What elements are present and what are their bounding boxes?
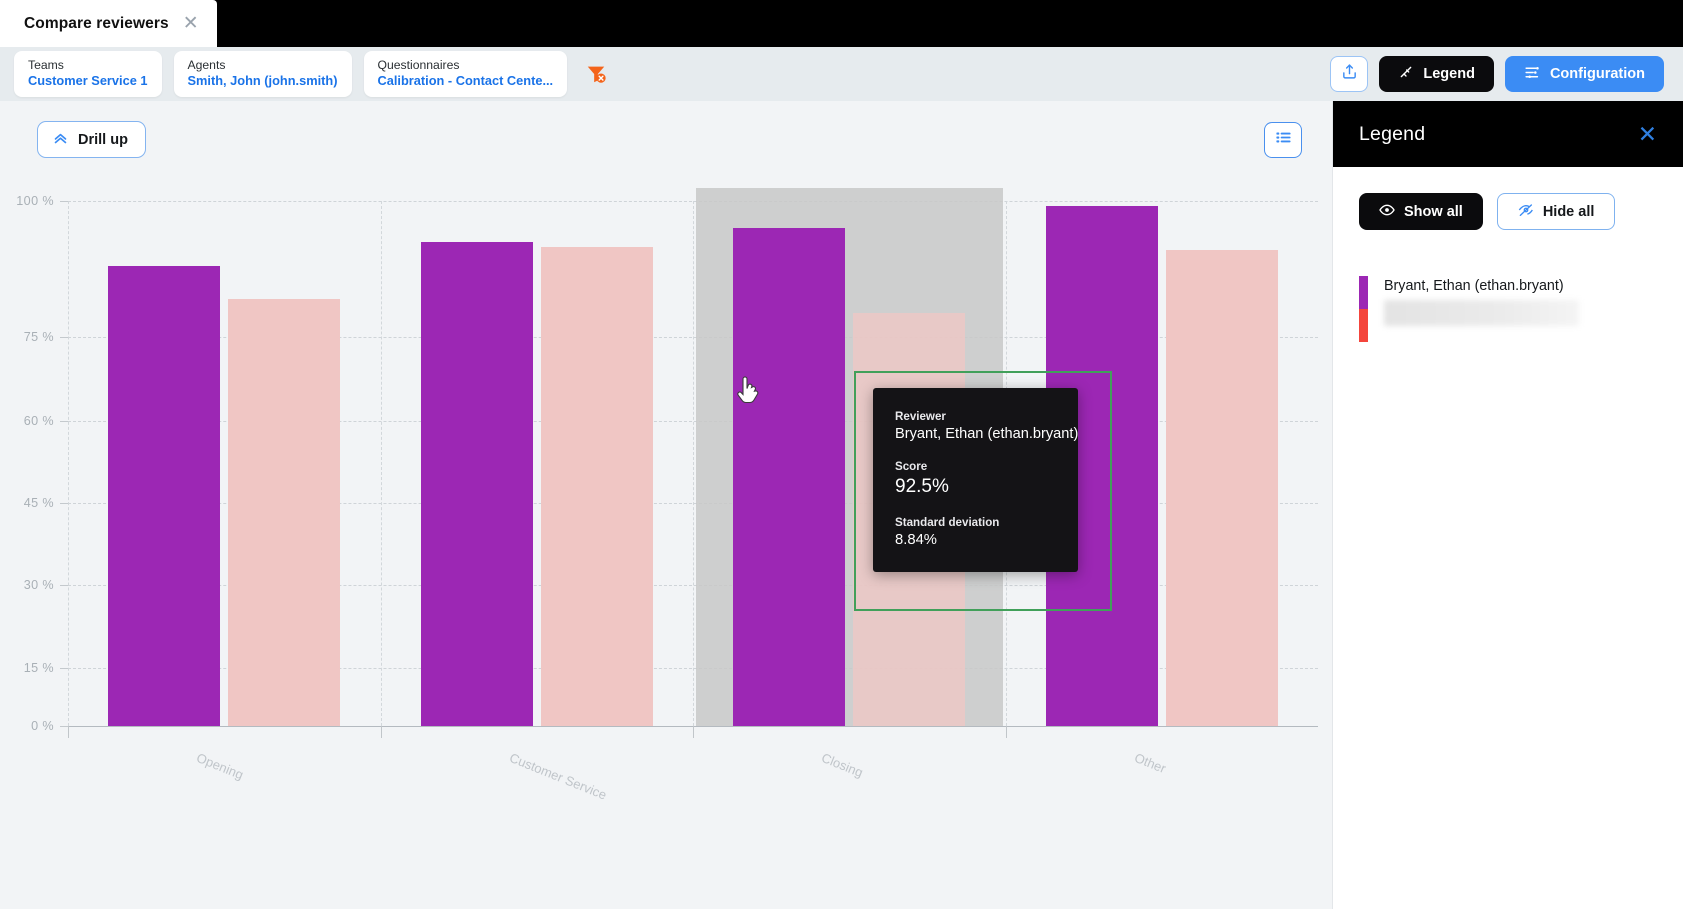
filter-chip-questionnaires[interactable]: Questionnaires Calibration - Contact Cen… [364, 51, 568, 98]
close-icon[interactable]: ✕ [1638, 123, 1657, 146]
legend-item-text: Bryant, Ethan (ethan.bryant) [1384, 276, 1579, 342]
chart-toolbar: Drill up [0, 101, 1332, 171]
chart-bar[interactable] [421, 242, 533, 726]
tooltip-stddev-value: 8.84% [895, 532, 1052, 548]
tooltip-score-label: Score [895, 460, 1052, 473]
filter-chip-agents-value: Smith, John (john.smith) [188, 73, 338, 90]
legend-color-swatch [1359, 276, 1368, 342]
y-axis-line [68, 201, 69, 726]
tab-label: Compare reviewers [24, 15, 169, 33]
legend-actions: Show all Hide all [1359, 193, 1657, 230]
toolbar-actions: Legend Configuration [1330, 56, 1669, 92]
tooltip-reviewer-label: Reviewer [895, 410, 1052, 423]
legend-item-list: Bryant, Ethan (ethan.bryant) [1359, 276, 1657, 342]
x-axis-label: Opening [195, 750, 246, 782]
filter-bar: Teams Customer Service 1 Agents Smith, J… [0, 47, 1683, 101]
show-all-button[interactable]: Show all [1359, 193, 1483, 230]
legend-item-redacted [1384, 300, 1579, 326]
list-view-icon [1275, 129, 1292, 151]
filter-chip-teams-label: Teams [28, 58, 148, 73]
chart-bar[interactable] [108, 266, 220, 726]
filter-chip-teams[interactable]: Teams Customer Service 1 [14, 51, 162, 98]
bar-chart[interactable]: 100 % 75 % 60 % 45 % 30 % 15 % 0 % Opening Custo… [0, 171, 1332, 909]
legend-item-label: Bryant, Ethan (ethan.bryant) [1384, 278, 1579, 294]
export-button[interactable] [1330, 56, 1368, 92]
legend-item[interactable]: Bryant, Ethan (ethan.bryant) [1359, 276, 1657, 342]
drill-up-button-label: Drill up [78, 132, 128, 148]
legend-panel: Legend ✕ Show all [1332, 101, 1683, 909]
filter-chip-questionnaires-value: Calibration - Contact Cente... [378, 73, 554, 90]
category-separator [693, 201, 694, 726]
plot-area[interactable]: 100 %75 %60 %45 %30 %15 %0 %OpeningCusto… [68, 201, 1318, 726]
tooltip-reviewer-value: Bryant, Ethan (ethan.bryant) [895, 426, 1052, 442]
x-axis-tick [68, 726, 69, 738]
chart-pane: Drill up 100 % 75 % 60 % 45 % 30 % 15 % 0 % Ope… [0, 101, 1332, 909]
y-axis-tick [60, 726, 68, 727]
chart-bar[interactable] [228, 299, 340, 726]
filter-chip-teams-value: Customer Service 1 [28, 73, 148, 90]
y-axis-tick [60, 585, 68, 586]
eye-icon [1379, 202, 1395, 222]
y-axis-label: 100 % [16, 194, 54, 208]
y-axis-tick [60, 668, 68, 669]
upload-export-icon [1341, 63, 1358, 85]
x-axis-baseline [60, 726, 1318, 727]
drill-up-button[interactable]: Drill up [37, 121, 146, 158]
legend-panel-body: Show all Hide all Bryant, Ethan (ethan.b… [1333, 167, 1683, 342]
legend-button-label: Legend [1423, 66, 1475, 82]
main-content: Drill up 100 % 75 % 60 % 45 % 30 % 15 % 0 % Ope… [0, 101, 1683, 909]
y-axis-tick [60, 201, 68, 202]
y-axis-label: 45 % [24, 496, 54, 510]
filter-remove-icon[interactable] [585, 63, 607, 85]
x-axis-tick [381, 726, 382, 738]
configuration-button[interactable]: Configuration [1505, 56, 1664, 92]
filter-chip-agents-label: Agents [188, 58, 338, 73]
pencil-slash-icon [1398, 64, 1414, 84]
hide-all-button[interactable]: Hide all [1497, 193, 1616, 230]
filter-chip-agents[interactable]: Agents Smith, John (john.smith) [174, 51, 352, 98]
y-axis-label: 30 % [24, 578, 54, 592]
chart-tooltip: Reviewer Bryant, Ethan (ethan.bryant) Scor… [873, 388, 1078, 572]
window-titlebar: Compare reviewers ✕ [0, 0, 1683, 47]
tooltip-stddev-label: Standard deviation [895, 516, 1052, 529]
x-axis-label: Closing [820, 750, 866, 780]
sliders-icon [1524, 64, 1541, 85]
legend-panel-title: Legend [1359, 123, 1425, 146]
legend-button[interactable]: Legend [1379, 56, 1494, 92]
y-axis-label: 0 % [31, 719, 54, 733]
x-axis-label: Customer Service [507, 750, 608, 803]
legend-panel-header: Legend ✕ [1333, 101, 1683, 167]
close-icon[interactable]: ✕ [183, 14, 199, 33]
y-axis-label: 75 % [24, 330, 54, 344]
category-separator [381, 201, 382, 726]
chart-bar[interactable] [733, 228, 845, 726]
y-axis-tick [60, 503, 68, 504]
y-axis-tick [60, 421, 68, 422]
list-view-button[interactable] [1264, 122, 1302, 158]
x-axis-label: Other [1132, 750, 1168, 776]
x-axis-tick [693, 726, 694, 738]
chevron-double-up-icon [52, 129, 69, 150]
y-axis-label: 60 % [24, 414, 54, 428]
tab-compare-reviewers[interactable]: Compare reviewers ✕ [0, 0, 217, 47]
configuration-button-label: Configuration [1550, 66, 1645, 82]
filter-chip-questionnaires-label: Questionnaires [378, 58, 554, 73]
show-all-button-label: Show all [1404, 204, 1463, 220]
chart-bar[interactable] [1166, 250, 1278, 726]
hide-all-button-label: Hide all [1543, 204, 1595, 220]
eye-slash-icon [1518, 202, 1534, 222]
y-axis-label: 15 % [24, 661, 54, 675]
y-axis-tick [60, 337, 68, 338]
chart-bar[interactable] [541, 247, 653, 726]
tooltip-score-value: 92.5% [895, 476, 1052, 498]
x-axis-tick [1006, 726, 1007, 738]
